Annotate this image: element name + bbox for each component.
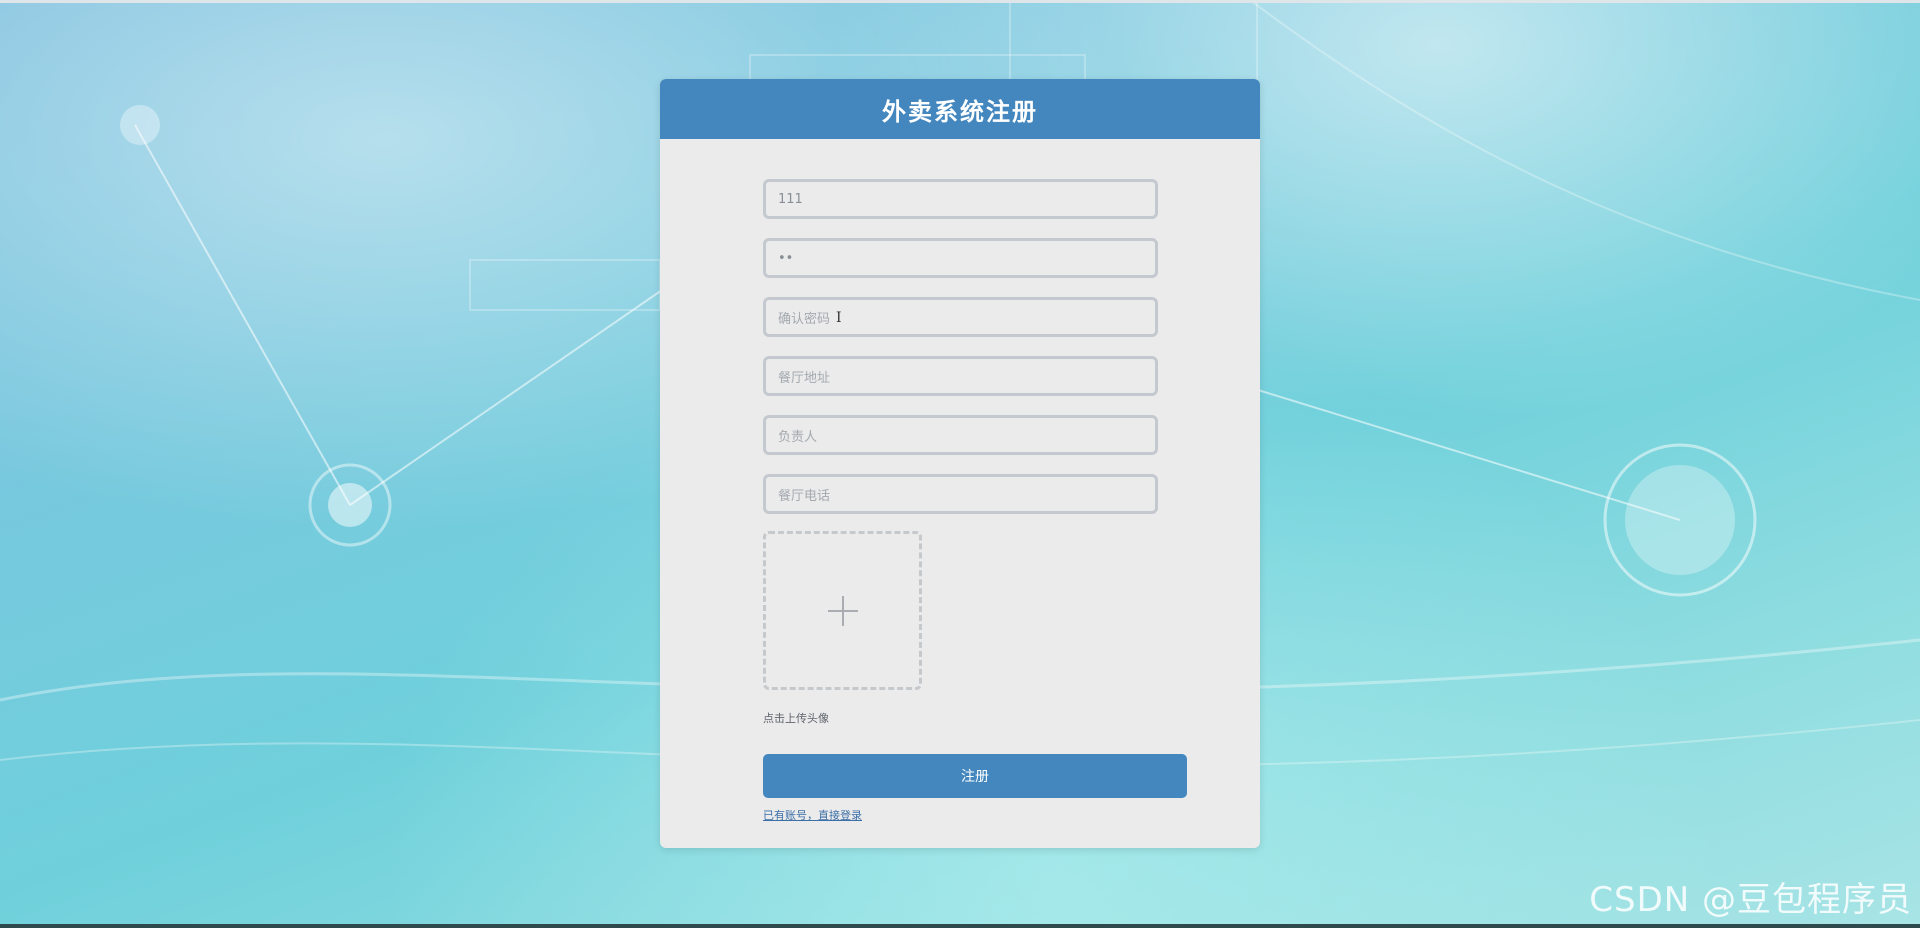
contact-person-placeholder: 负责人 [778,429,818,445]
register-form: 111 •• 确认密码 I 餐厅地址 负责人 餐厅电话 点击上传头像 注册 已有… [763,179,1203,823]
watermark: CSDN @豆包程序员 [1589,880,1912,920]
avatar-upload[interactable] [763,531,922,690]
contact-person-field[interactable]: 负责人 [763,415,1158,455]
top-border [0,0,1920,3]
taskbar-strip [0,924,1920,928]
confirm-password-field[interactable]: 确认密码 I [763,297,1158,337]
register-button[interactable]: 注册 [763,754,1187,798]
plus-icon [827,595,858,626]
login-link[interactable]: 已有账号，直接登录 [763,807,862,823]
username-value: 111 [778,191,803,207]
address-placeholder: 餐厅地址 [778,370,831,386]
address-field[interactable]: 餐厅地址 [763,356,1158,396]
page-title: 外卖系统注册 [882,97,1038,126]
phone-placeholder: 餐厅电话 [778,488,831,504]
password-value: •• [778,250,794,266]
password-field[interactable]: •• [763,238,1158,278]
card-header: 外卖系统注册 [660,79,1260,139]
phone-field[interactable]: 餐厅电话 [763,474,1158,514]
i-beam-cursor-icon: I [836,310,842,326]
upload-label: 点击上传头像 [763,712,829,725]
confirm-password-placeholder: 确认密码 [778,311,831,327]
username-field[interactable]: 111 [763,179,1158,219]
register-card: 外卖系统注册 111 •• 确认密码 I 餐厅地址 负责人 餐厅电话 点击上传头… [660,79,1260,848]
